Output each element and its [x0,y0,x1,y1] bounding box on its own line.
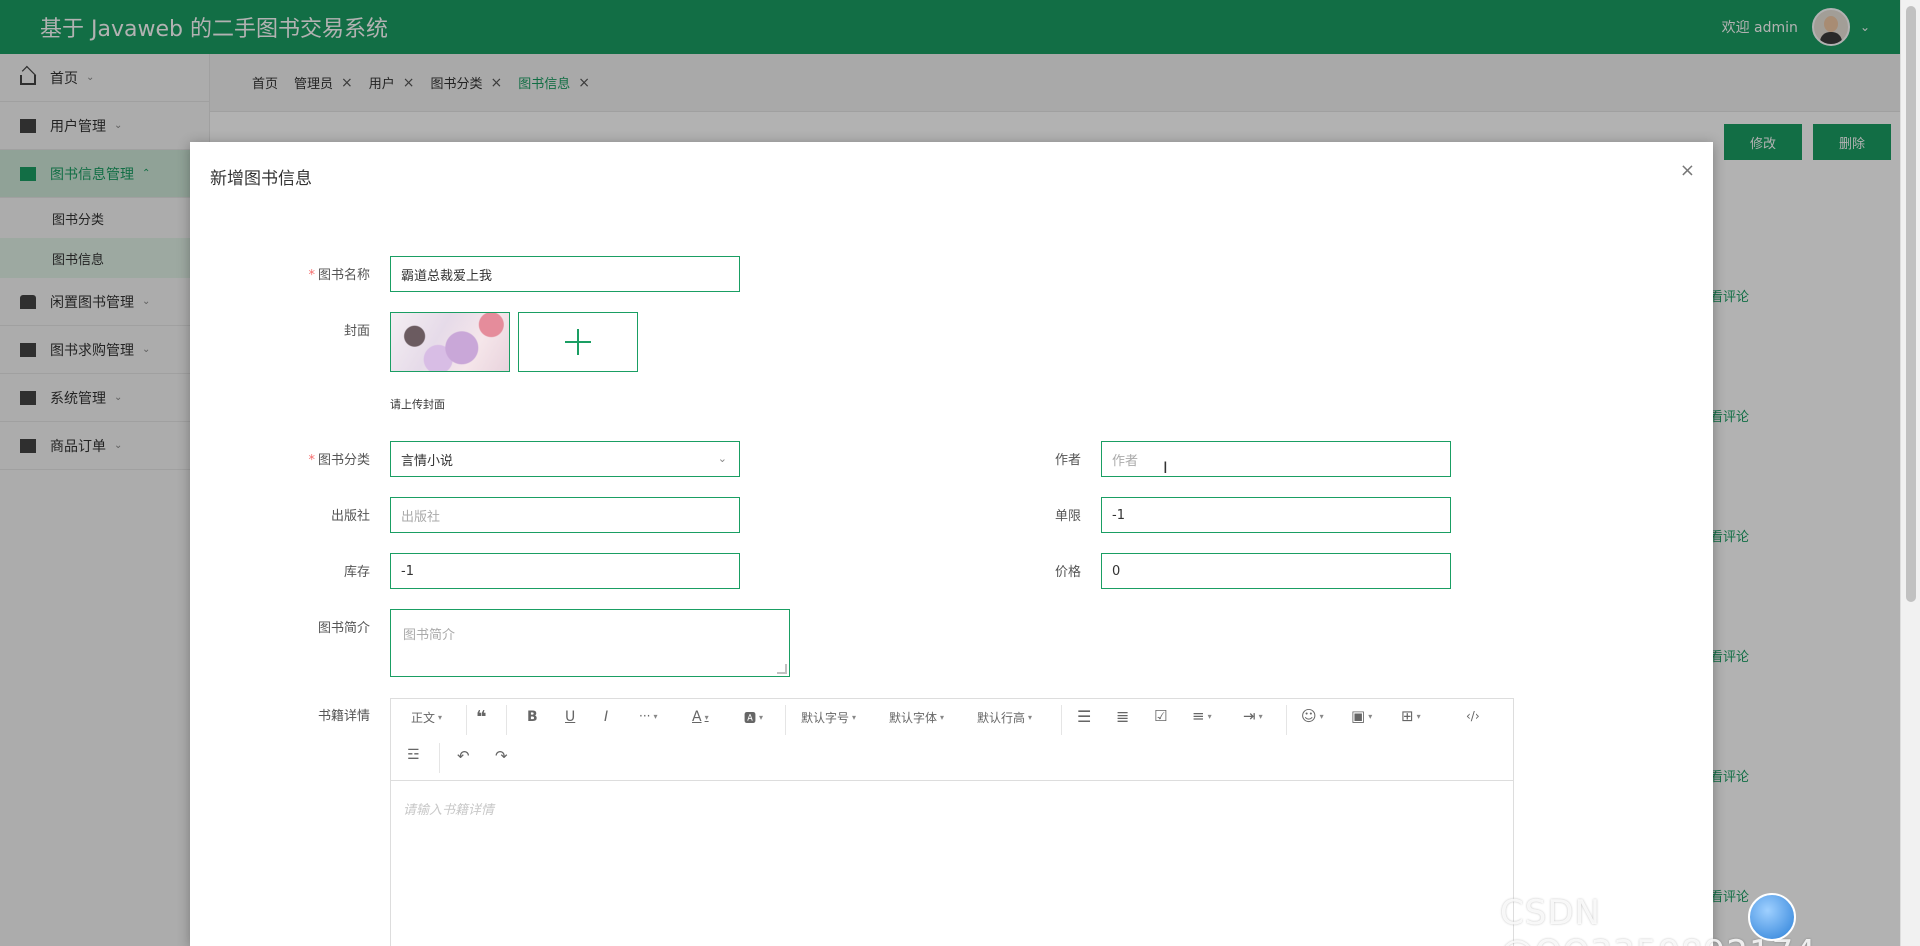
watermark: CSDN @QQ3359892174 [1500,893,1816,946]
quote-icon[interactable]: ❝ [476,707,487,728]
price-label: 价格 [1054,565,1081,580]
image-icon[interactable]: ▣ ▾ [1351,707,1372,725]
more-icon[interactable]: ··· ▾ [639,709,657,723]
intro-textarea[interactable]: 图书简介 [390,609,790,677]
close-icon[interactable]: × [1680,160,1695,181]
editor-placeholder[interactable]: 请输入书籍详情 [403,799,494,818]
italic-icon[interactable]: I [604,709,608,725]
emoji-icon[interactable]: ☺ ▾ [1301,707,1324,725]
toolbar-divider [1061,705,1062,735]
numbered-list-icon[interactable]: ≣ [1116,707,1129,726]
todo-icon[interactable]: ☑ [1154,707,1167,725]
label-text: 图书名称 [317,268,370,283]
required-mark: * [308,453,315,468]
price-input[interactable]: 0 [1101,553,1451,589]
code-icon[interactable]: ‹/› [1466,709,1480,723]
dropdown-label: 正文 [411,711,436,725]
chevron-down-icon: ⌄ [717,452,727,465]
select-value: 言情小说 [401,453,454,469]
author-input[interactable]: 作者 [1101,441,1451,477]
label-text: 图书分类 [317,453,370,468]
book-name-label: * 图书名称 [260,264,370,283]
publisher-input[interactable]: 出版社 [390,497,740,533]
editor-toolbar: 正文 ▾ ❝ B U I ··· ▾ A ▾ 🅰 ▾ 默认字号 ▾ 默认字体 ▾ 默认行高 ▾… [391,699,1513,781]
required-mark: * [308,268,315,283]
author-label: 作者 [1054,453,1081,468]
underline-icon[interactable]: U [565,709,575,725]
divider-icon[interactable]: ☲ [407,747,420,763]
dropdown-label: 默认行高 [977,711,1026,725]
book-name-input[interactable]: 霸道总裁爱上我 [390,256,740,292]
indent-icon[interactable]: ⇥ ▾ [1243,707,1263,725]
background-color-icon[interactable]: 🅰 ▾ [744,709,763,726]
align-icon[interactable]: ≡ ▾ [1192,707,1212,725]
cover-hint: 请上传封面 [390,398,445,411]
rich-text-editor: 正文 ▾ ❝ B U I ··· ▾ A ▾ 🅰 ▾ 默认字号 ▾ 默认字体 ▾ 默认行高 ▾… [390,698,1514,946]
font-family-dropdown[interactable]: 默认字体 ▾ [889,709,944,726]
category-label: * 图书分类 [260,449,370,468]
floating-assistant-button[interactable] [1748,893,1796,941]
cover-label: 封面 [343,324,370,339]
bullet-list-icon[interactable]: ☰ [1077,707,1091,726]
toolbar-divider [785,705,786,735]
publisher-label: 出版社 [330,509,370,524]
toolbar-divider [439,743,440,773]
detail-label: 书籍详情 [317,709,370,724]
text-cursor-icon: I [1163,458,1168,477]
redo-icon[interactable]: ↷ [495,747,508,765]
dialog-title: 新增图书信息 [210,169,312,189]
cover-thumbnail[interactable] [390,312,510,372]
scrollbar-thumb[interactable] [1906,6,1916,602]
limit-input[interactable]: -1 [1101,497,1451,533]
dropdown-label: 默认字体 [889,711,938,725]
stock-input[interactable]: -1 [390,553,740,589]
dropdown-label: 默认字号 [801,711,850,725]
paragraph-dropdown[interactable]: 正文 ▾ [411,709,442,726]
line-height-dropdown[interactable]: 默认行高 ▾ [977,709,1032,726]
toolbar-divider [466,705,467,735]
bold-icon[interactable]: B [527,709,538,725]
font-color-icon[interactable]: A ▾ [692,709,709,725]
intro-label: 图书简介 [317,621,370,636]
toolbar-divider [506,705,507,735]
limit-label: 单限 [1054,509,1081,524]
page-scrollbar[interactable] [1900,0,1920,946]
table-icon[interactable]: ⊞ ▾ [1401,707,1421,725]
toolbar-divider [1286,705,1287,735]
caret-icon: ▾ [438,713,443,722]
category-select[interactable]: 言情小说 ⌄ [390,441,740,477]
font-size-dropdown[interactable]: 默认字号 ▾ [801,709,856,726]
add-book-dialog: 新增图书信息 × * 图书名称 霸道总裁爱上我 封面 请上传封面 * 图书分类 言情… [190,142,1713,946]
undo-icon[interactable]: ↶ [457,747,470,765]
upload-cover-button[interactable] [518,312,638,372]
stock-label: 库存 [343,565,370,580]
plus-icon [565,329,591,355]
